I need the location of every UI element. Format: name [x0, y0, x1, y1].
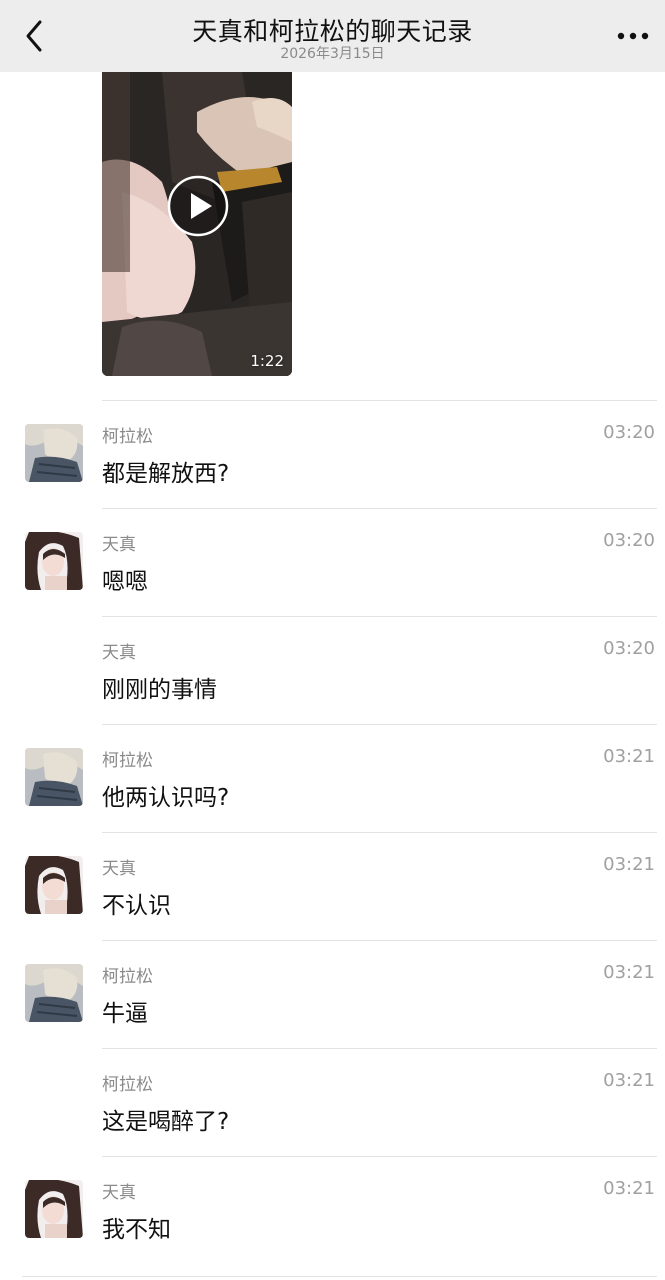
play-icon[interactable]	[167, 175, 229, 237]
avatar[interactable]	[25, 964, 83, 1022]
message-time: 03:21	[603, 854, 655, 875]
sender-name: 柯拉松	[102, 967, 153, 987]
message-text: 不认识	[102, 893, 171, 919]
list-item: 柯拉松 03:21 牛逼	[0, 940, 665, 1048]
chat-date: 2026年3月15日	[280, 46, 385, 62]
list-item: 天真 03:21 不认识	[0, 832, 665, 940]
sender-name: 天真	[102, 643, 136, 663]
sender-name: 天真	[102, 859, 136, 879]
message-time: 03:21	[603, 962, 655, 983]
message-time: 03:21	[603, 746, 655, 767]
video-message[interactable]: 1:22	[102, 72, 292, 376]
message-text: 我不知	[102, 1217, 171, 1243]
divider	[22, 1276, 657, 1277]
list-item: 天真 03:20 嗯嗯	[0, 508, 665, 616]
list-item: 天真 03:21 我不知	[0, 1156, 665, 1264]
more-button[interactable]	[611, 18, 655, 54]
sender-name: 柯拉松	[102, 1075, 153, 1095]
message-time: 03:21	[603, 1070, 655, 1091]
message-time: 03:20	[603, 530, 655, 551]
avatar[interactable]	[25, 424, 83, 482]
message-text: 刚刚的事情	[102, 677, 217, 703]
avatar[interactable]	[25, 1180, 83, 1238]
message-text: 都是解放西?	[102, 461, 230, 487]
sender-name: 天真	[102, 535, 136, 555]
list-item: 柯拉松 03:21 他两认识吗?	[0, 724, 665, 832]
avatar[interactable]	[25, 748, 83, 806]
message-time: 03:20	[603, 638, 655, 659]
message-text: 牛逼	[102, 1001, 148, 1027]
list-item: 柯拉松 03:21 这是喝醉了?	[0, 1048, 665, 1156]
avatar[interactable]	[25, 856, 83, 914]
message-time: 03:21	[603, 1178, 655, 1199]
message-list: 柯拉松 03:20 都是解放西? 天真 03:20 嗯嗯 天真 03:20 刚刚…	[0, 400, 665, 1264]
message-text: 他两认识吗?	[102, 785, 230, 811]
top-bar: 天真和柯拉松的聊天记录 2026年3月15日	[0, 0, 665, 72]
avatar[interactable]	[25, 532, 83, 590]
sender-name: 柯拉松	[102, 427, 153, 447]
message-time: 03:20	[603, 422, 655, 443]
list-item: 柯拉松 03:20 都是解放西?	[0, 400, 665, 508]
video-duration: 1:22	[250, 352, 284, 370]
message-text: 嗯嗯	[102, 569, 148, 595]
sender-name: 柯拉松	[102, 751, 153, 771]
more-dots-icon	[617, 32, 649, 40]
message-text: 这是喝醉了?	[102, 1109, 230, 1135]
sender-name: 天真	[102, 1183, 136, 1203]
list-item: 天真 03:20 刚刚的事情	[0, 616, 665, 724]
